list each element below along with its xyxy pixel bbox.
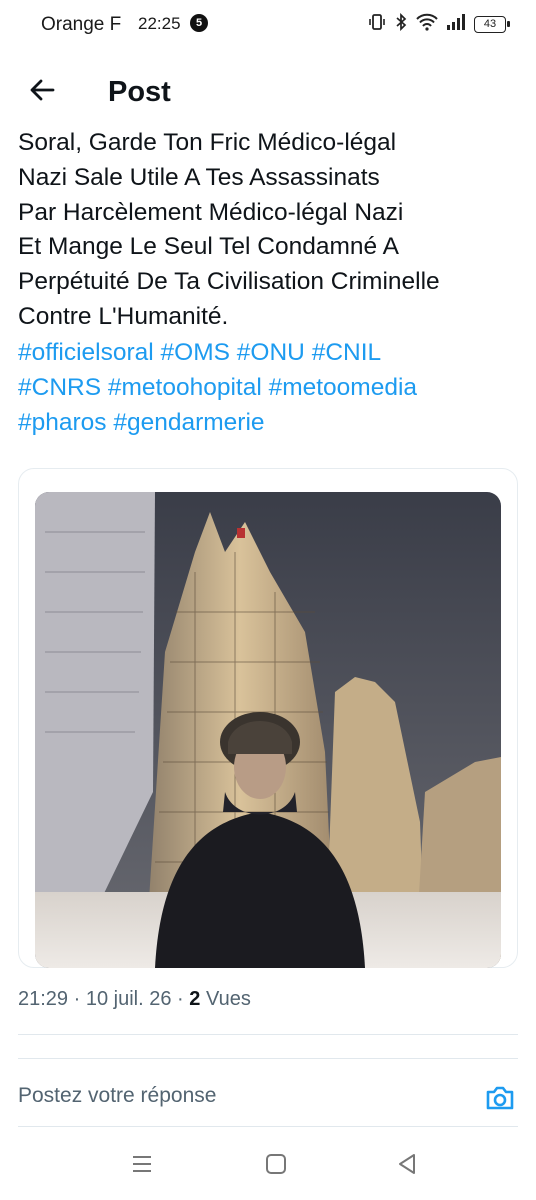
app-bar: Post	[0, 60, 536, 124]
post-meta: 21:29 · 10 juil. 26 · 2 Vues	[18, 988, 251, 1010]
home-button[interactable]	[264, 1152, 292, 1180]
wifi-icon	[416, 13, 438, 36]
hashtag-link[interactable]: #ONU	[237, 339, 305, 366]
hashtag-link[interactable]: #metoomedia	[269, 374, 417, 401]
vibrate-icon	[368, 13, 386, 36]
media-card	[18, 468, 518, 968]
status-icons: 43	[368, 12, 510, 36]
photo-illustration	[35, 492, 501, 968]
hashtag-link[interactable]: #metoohopital	[108, 374, 262, 401]
views-count: 2	[189, 988, 201, 1010]
post-text-line: Et Mange Le Seul Tel Condamné A	[18, 233, 399, 261]
camera-icon	[482, 1086, 518, 1120]
notification-badge: 5	[190, 14, 208, 32]
hashtags: #officielsoral #OMS #ONU #CNIL #CNRS #me…	[18, 336, 523, 440]
divider	[18, 1126, 518, 1127]
carrier-name: Orange F	[41, 14, 122, 35]
recents-button[interactable]	[130, 1152, 158, 1180]
views-label: Vues	[205, 988, 251, 1010]
post-text-line: Soral, Garde Ton Fric Médico-légal	[18, 129, 397, 156]
status-time: 22:25	[138, 14, 181, 33]
back-nav-button[interactable]	[395, 1152, 423, 1180]
hashtag-link[interactable]: #gendarmerie	[113, 409, 264, 436]
status-bar: Orange F 22:25 5 43	[0, 0, 536, 50]
arrow-left-icon	[28, 76, 56, 109]
back-button[interactable]	[22, 72, 62, 112]
hashtag-link[interactable]: #pharos	[18, 409, 107, 436]
page-title: Post	[108, 76, 171, 108]
battery-icon: 43	[474, 15, 510, 33]
menu-icon	[130, 1156, 154, 1180]
post-photo[interactable]	[35, 492, 501, 968]
post-text-line: Perpétuité De Ta Civilisation Criminelle	[18, 268, 440, 296]
reply-input[interactable]: Postez votre réponse	[18, 1084, 216, 1108]
back-triangle-icon	[395, 1154, 419, 1180]
reply-bar: Postez votre réponse	[0, 1060, 536, 1130]
post-text-line: Nazi Sale Utile A Tes Assassinats	[18, 163, 380, 191]
hashtag-link[interactable]: #CNIL	[312, 339, 381, 366]
bluetooth-icon	[394, 12, 408, 36]
divider	[18, 1034, 518, 1035]
system-nav-bar	[0, 1130, 536, 1200]
signal-icon	[446, 13, 466, 35]
post-text-line: Par Harcèlement Médico-légal Nazi	[18, 198, 404, 226]
hashtag-link[interactable]: #officielsoral	[18, 339, 154, 366]
hashtag-link[interactable]: #CNRS	[18, 374, 101, 401]
hashtag-link[interactable]: #OMS	[161, 339, 230, 366]
camera-button[interactable]	[482, 1080, 518, 1116]
post-text-line: Contre L'Humanité.	[18, 302, 229, 330]
home-square-icon	[264, 1154, 288, 1180]
divider	[18, 1058, 518, 1059]
post-time: 21:29	[18, 988, 69, 1010]
post-text: Soral, Garde Ton Fric Médico-légal Nazi …	[18, 126, 523, 335]
post-date: 10 juil. 26	[85, 988, 172, 1010]
